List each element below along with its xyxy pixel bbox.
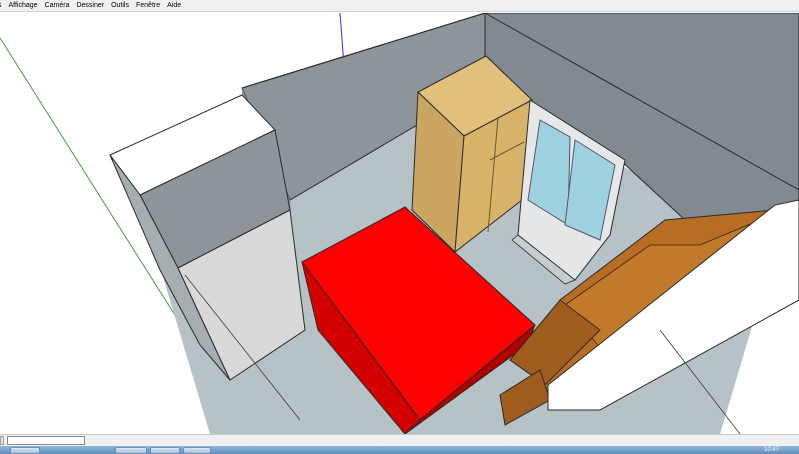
menu-aide[interactable]: Aide [167,0,181,12]
taskbar-app-3[interactable] [183,447,211,454]
menu-bar: s Affichage Caméra Dessiner Outils Fenêt… [0,0,799,12]
menu-item-partial[interactable]: s [0,0,2,12]
room-3d-scene[interactable] [0,13,799,434]
measurements-box[interactable] [7,436,85,445]
status-indicator [0,436,4,445]
menu-camera[interactable]: Caméra [45,0,70,12]
taskbar-app-2[interactable] [150,447,180,454]
taskbar-app-1[interactable] [115,447,147,454]
menu-outils[interactable]: Outils [111,0,129,12]
menu-fenetre[interactable]: Fenêtre [136,0,160,12]
taskbar: 10:47 [0,446,799,454]
menu-dessiner[interactable]: Dessiner [76,0,104,12]
menu-affichage[interactable]: Affichage [9,0,38,12]
status-bar [0,434,799,446]
start-button[interactable] [10,447,40,454]
taskbar-clock: 10:47 [763,447,779,453]
model-viewport[interactable] [0,13,799,434]
